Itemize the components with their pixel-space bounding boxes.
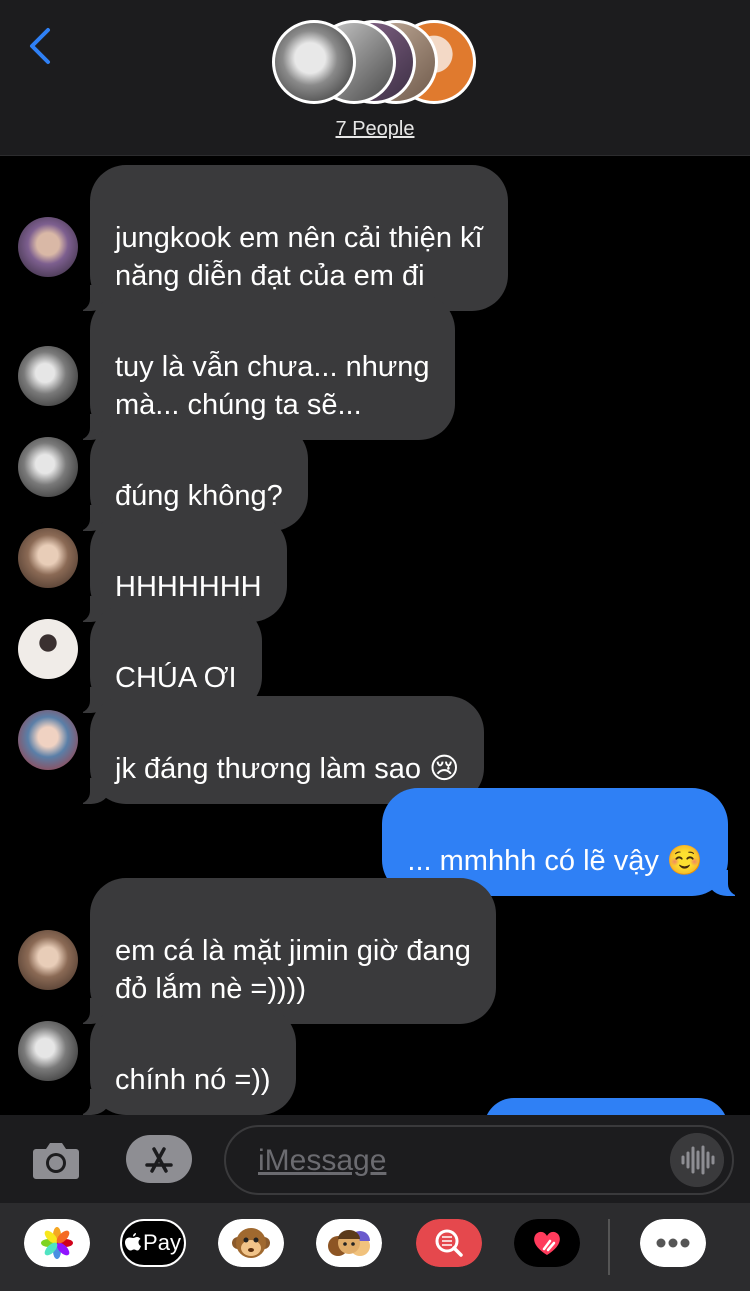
conversation-header: 7 People bbox=[0, 0, 750, 156]
message-text: em cá là mặt jimin giờ đang đỏ lắm nè =)… bbox=[115, 935, 471, 1005]
sender-avatar[interactable] bbox=[18, 1021, 78, 1081]
waveform-icon[interactable] bbox=[670, 1133, 724, 1187]
sender-avatar[interactable] bbox=[18, 930, 78, 990]
message-text: chính nó =)) bbox=[115, 1064, 271, 1096]
digital-touch-app-icon[interactable] bbox=[514, 1219, 580, 1267]
sender-avatar[interactable] bbox=[18, 217, 78, 277]
apple-pay-label: Pay bbox=[143, 1230, 181, 1255]
apple-pay-app-icon[interactable]: Pay bbox=[120, 1219, 186, 1267]
message-input[interactable]: iMessage bbox=[224, 1125, 734, 1195]
sender-avatar[interactable] bbox=[18, 710, 78, 770]
compose-bar: iMessage bbox=[0, 1115, 750, 1203]
app-drawer: Pay bbox=[0, 1203, 750, 1291]
message-input-placeholder: iMessage bbox=[258, 1144, 387, 1177]
group-avatar bbox=[272, 20, 356, 104]
chevron-left-icon[interactable] bbox=[22, 24, 58, 68]
image-search-app-icon[interactable] bbox=[416, 1219, 482, 1267]
app-drawer-divider bbox=[608, 1219, 610, 1275]
message-text: HHHHHHH bbox=[115, 571, 262, 603]
message-bubble[interactable]: em cá là mặt jimin giờ đang đỏ lắm nè =)… bbox=[78, 878, 496, 1024]
message-text: ... mmhhh có lẽ vậy ☺️ bbox=[407, 845, 703, 877]
message-bubble[interactable]: tuy là vẫn chưa... nhưng mà... chúng ta … bbox=[78, 294, 455, 440]
sender-avatar[interactable] bbox=[18, 619, 78, 679]
sender-avatar[interactable] bbox=[18, 437, 78, 497]
photos-app-icon[interactable] bbox=[24, 1219, 90, 1267]
message-list: jungkook em nên cải thiện kĩ năng diễn đ… bbox=[0, 157, 750, 1138]
sender-avatar[interactable] bbox=[18, 528, 78, 588]
group-avatar-stack[interactable] bbox=[272, 20, 482, 106]
app-store-icon[interactable] bbox=[126, 1135, 192, 1183]
message-text: jungkook em nên cải thiện kĩ năng diễn đ… bbox=[115, 222, 483, 292]
message-text: jk đáng thương làm sao 😢 bbox=[115, 753, 460, 785]
message-bubble[interactable]: jungkook em nên cải thiện kĩ năng diễn đ… bbox=[78, 165, 508, 311]
message-text: CHÚA ƠI bbox=[115, 662, 237, 694]
camera-icon[interactable] bbox=[30, 1135, 82, 1183]
memoji-app-icon[interactable] bbox=[316, 1219, 382, 1267]
more-apps-icon[interactable] bbox=[640, 1219, 706, 1267]
sender-avatar[interactable] bbox=[18, 346, 78, 406]
apple-logo-icon bbox=[125, 1233, 142, 1251]
message-text: đúng không? bbox=[115, 480, 283, 512]
animoji-app-icon[interactable] bbox=[218, 1219, 284, 1267]
message-text: tuy là vẫn chưa... nhưng mà... chúng ta … bbox=[115, 351, 430, 421]
people-count-link[interactable]: 7 People bbox=[0, 118, 750, 141]
message-bubble[interactable]: chính nó =)) bbox=[78, 1007, 296, 1115]
